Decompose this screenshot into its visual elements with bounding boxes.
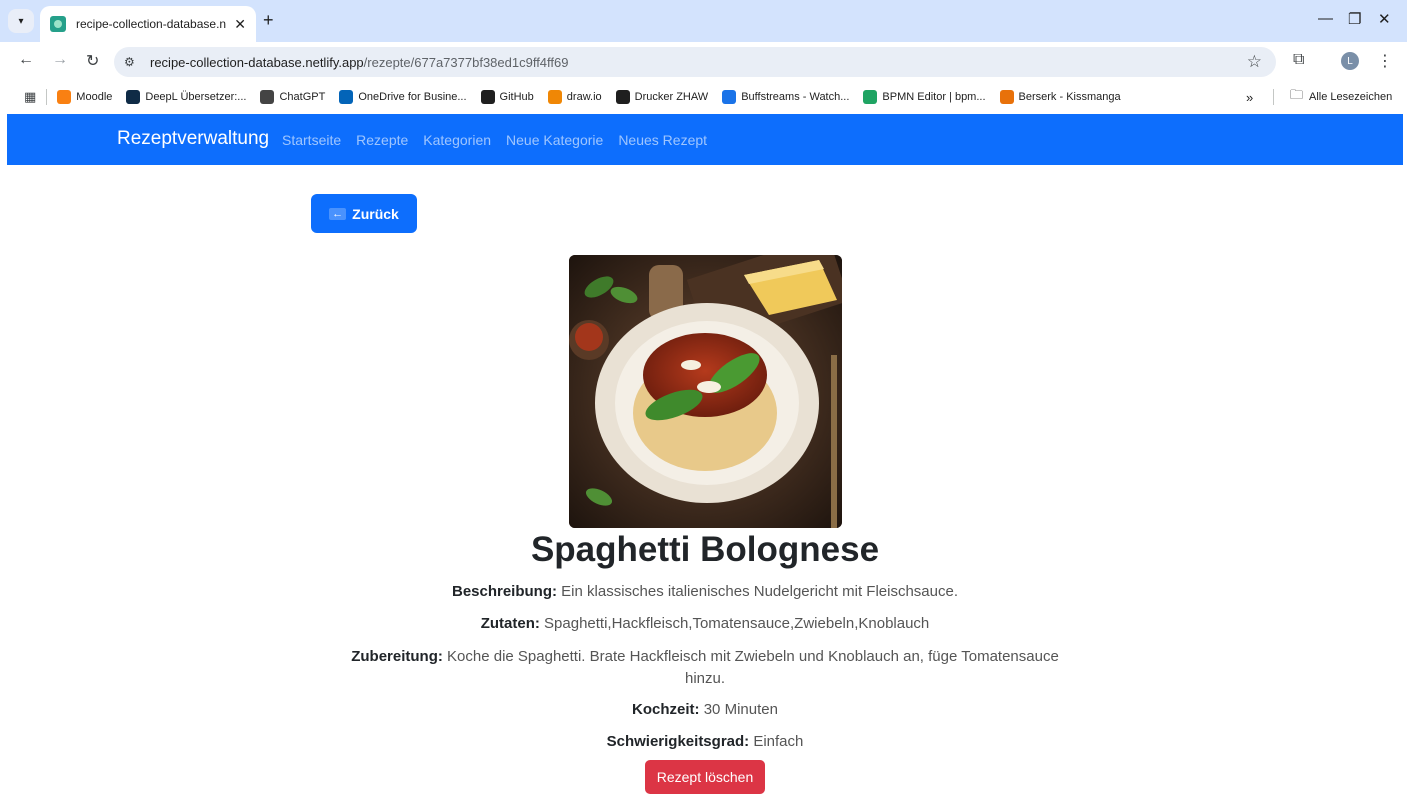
moodle-icon [57, 90, 72, 104]
bookmark-label: OneDrive for Busine... [358, 91, 467, 103]
window-close-icon[interactable]: ✕ [1378, 10, 1391, 28]
chatgpt-icon [260, 90, 275, 104]
menu-dots-icon[interactable]: ⋮ [1377, 51, 1393, 71]
bookmark-label: GitHub [499, 91, 534, 103]
apps-grid-icon[interactable]: ▦ [24, 89, 36, 105]
tab-close-icon[interactable]: ✕ [234, 16, 246, 33]
recipe-cooktime: Kochzeit: 30 Minuten [330, 699, 1080, 721]
recipe-difficulty: Schwierigkeitsgrad: Einfach [330, 731, 1080, 753]
printer-icon [615, 90, 630, 104]
profile-avatar[interactable]: L [1341, 52, 1359, 70]
minimize-icon[interactable]: — [1318, 10, 1333, 27]
github-icon [480, 90, 495, 104]
difficulty-label: Schwierigkeitsgrad: [606, 733, 750, 750]
reload-icon[interactable]: ↻ [86, 51, 99, 71]
recipe-image [569, 255, 842, 528]
browser-tab[interactable]: recipe-collection-database.netli ✕ [40, 6, 256, 42]
url-path: /rezepte/677a7377bf38ed1c9ff4ff69 [363, 54, 569, 70]
url-text[interactable]: recipe-collection-database.netlify.app/r… [150, 55, 569, 70]
all-bookmarks-label: Alle Lesezeichen [1309, 91, 1393, 103]
bookmark-label: Buffstreams - Watch... [741, 91, 850, 103]
tab-search-icon[interactable]: ▾ [8, 9, 34, 33]
bpmn-icon [863, 90, 878, 104]
bookmark-label: DeepL Übersetzer:... [145, 91, 247, 103]
navbar-brand[interactable]: Rezeptverwaltung [117, 128, 269, 150]
delete-recipe-button[interactable]: Rezept löschen [645, 760, 765, 794]
tab-title: recipe-collection-database.netli [76, 17, 226, 31]
bookmark-label: draw.io [566, 91, 602, 103]
bookmark-star-icon[interactable]: ☆ [1247, 52, 1262, 72]
bookmark-item[interactable]: GitHub [480, 90, 534, 104]
all-bookmarks[interactable]: 🗀 Alle Lesezeichen [1290, 86, 1392, 108]
bookmark-item[interactable]: OneDrive for Busine... [339, 90, 467, 104]
back-arrow-icon: ← [329, 207, 347, 220]
url-host: recipe-collection-database.netlify.app [150, 54, 364, 70]
spaghetti-photo [569, 255, 842, 528]
site-settings-icon[interactable]: ⚙ [124, 55, 146, 69]
cooktime-value: 30 Minuten [703, 701, 778, 718]
forward-arrow-icon[interactable]: → [52, 51, 68, 69]
bookmark-separator [1273, 89, 1274, 105]
nav-link-startseite[interactable]: Startseite [282, 132, 341, 148]
preparation-value: Koche die Spaghetti. Brate Hackfleisch m… [447, 648, 1059, 687]
description-label: Beschreibung: [451, 583, 557, 600]
recipe-title: Spaghetti Bolognese [530, 530, 880, 569]
description-value: Ein klassisches italienisches Nudelgeric… [561, 583, 959, 600]
app-navbar: Rezeptverwaltung Startseite Rezepte Kate… [7, 114, 1403, 165]
drawio-icon [547, 90, 562, 104]
nav-link-neues-rezept[interactable]: Neues Rezept [618, 132, 707, 148]
nav-links: Startseite Rezepte Kategorien Neue Kateg… [282, 132, 707, 148]
bookmark-item[interactable]: Drucker ZHAW [615, 90, 709, 104]
bookmark-item[interactable]: Buffstreams - Watch... [722, 90, 849, 104]
site-favicon-icon [50, 16, 66, 32]
back-arrow-icon[interactable]: ← [18, 51, 34, 69]
folder-icon: 🗀 [1290, 87, 1304, 102]
back-button-label: Zurück [352, 205, 399, 222]
new-tab-icon[interactable]: + [263, 10, 274, 31]
difficulty-value: Einfach [753, 733, 804, 750]
ingredients-value: Spaghetti,Hackfleisch,Tomatensauce,Zwieb… [544, 615, 930, 632]
bookmark-item[interactable]: DeepL Übersetzer:... [126, 90, 246, 104]
bookmark-item[interactable]: Berserk - Kissmanga [999, 90, 1121, 104]
bookmark-separator [46, 89, 48, 105]
bookmark-item[interactable]: draw.io [547, 90, 602, 104]
browser-tabstrip: ▾ recipe-collection-database.netli ✕ + —… [0, 0, 1407, 42]
bookmark-label: Berserk - Kissmanga [1018, 91, 1121, 103]
bookmark-label: Moodle [76, 91, 113, 103]
bookmark-list: Moodle DeepL Übersetzer:... ChatGPT OneDriv… [57, 90, 1134, 104]
deepl-icon [126, 90, 141, 104]
ingredients-label: Zutaten: [480, 615, 540, 632]
address-bar[interactable]: ⚙ recipe-collection-database.netlify.app… [114, 47, 1276, 77]
star-icon [722, 90, 737, 104]
preparation-label: Zubereitung: [351, 648, 443, 665]
browser-toolbar: ← → ↻ ⚙ recipe-collection-database.netli… [0, 42, 1407, 82]
bookmark-item[interactable]: BPMN Editor | bpm... [863, 90, 986, 104]
recipe-ingredients: Zutaten: Spaghetti,Hackfleisch,Tomatensa… [330, 613, 1080, 635]
extensions-icon[interactable]: ⧉ [1293, 51, 1304, 69]
recipe-preparation: Zubereitung: Koche die Spaghetti. Brate … [330, 646, 1080, 690]
bookmark-label: ChatGPT [279, 91, 326, 103]
nav-link-kategorien[interactable]: Kategorien [423, 132, 491, 148]
bookmark-label: BPMN Editor | bpm... [882, 91, 986, 103]
bookmark-label: Drucker ZHAW [634, 91, 709, 103]
back-button[interactable]: ← Zurück [311, 194, 417, 233]
nav-link-rezepte[interactable]: Rezepte [356, 132, 408, 148]
restore-icon[interactable]: ❐ [1348, 10, 1361, 28]
bookmarks-overflow[interactable]: » [1246, 90, 1253, 105]
nav-link-neue-kategorie[interactable]: Neue Kategorie [506, 132, 603, 148]
bookmark-item[interactable]: ChatGPT [260, 90, 325, 104]
kissmanga-icon [999, 90, 1014, 104]
recipe-description: Beschreibung: Ein klassisches italienisc… [330, 581, 1080, 603]
onedrive-icon [339, 90, 354, 104]
bookmark-item[interactable]: Moodle [57, 90, 112, 104]
cooktime-label: Kochzeit: [632, 701, 700, 718]
bookmarks-bar: ▦ Moodle DeepL Übersetzer:... ChatGPT OneDr… [0, 82, 1407, 112]
